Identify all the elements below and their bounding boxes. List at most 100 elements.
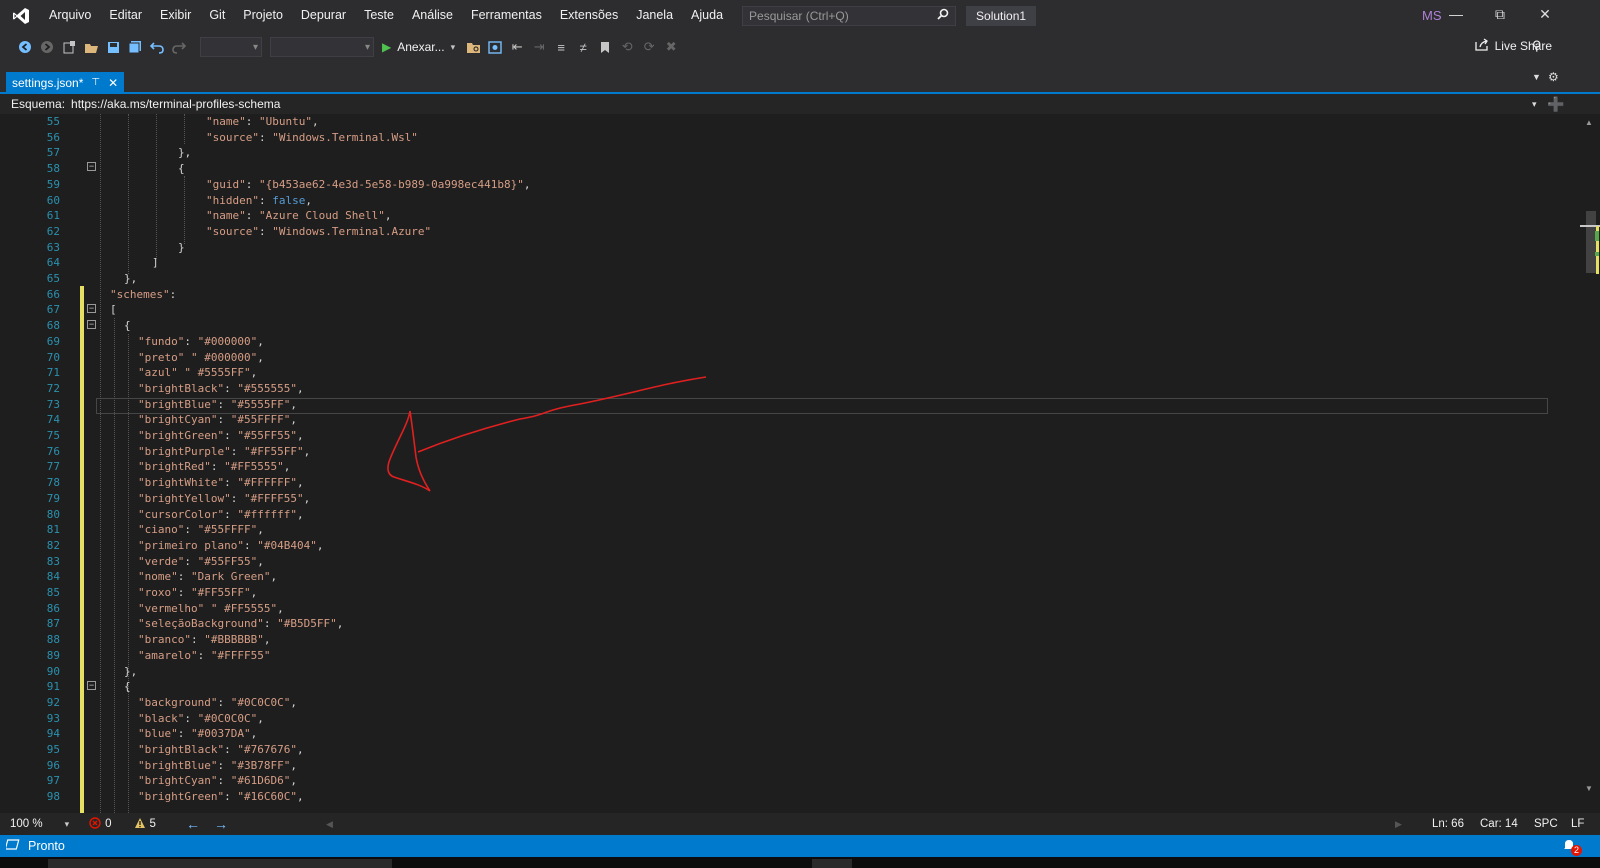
notification-badge: 2 <box>1571 845 1583 856</box>
fold-toggle-icon[interactable]: − <box>87 681 96 690</box>
code-line: { <box>124 680 131 694</box>
tab-settings-json[interactable]: settings.json* ⊤ ✕ <box>6 72 125 93</box>
close-window-icon[interactable]: ✕ <box>1535 6 1555 24</box>
error-icon[interactable] <box>89 816 101 832</box>
line-number: 66 <box>46 287 60 301</box>
schema-dropdown-icon[interactable]: ▾ <box>1532 99 1537 110</box>
forward-icon[interactable] <box>39 37 55 57</box>
visual-studio-logo-icon <box>10 5 32 27</box>
next-bookmark-icon[interactable]: ⟳ <box>641 37 657 57</box>
line-number: 87 <box>46 617 60 631</box>
whitespace-indicator[interactable]: SPC <box>1534 818 1558 830</box>
menu-item-7[interactable]: Análise <box>403 0 462 31</box>
line-number: 82 <box>46 538 60 552</box>
schema-value[interactable]: https://aka.ms/terminal-profiles-schema <box>71 97 280 111</box>
undo-icon[interactable] <box>149 37 165 57</box>
prev-bookmark-icon[interactable]: ⟲ <box>619 37 635 57</box>
line-number: 57 <box>46 146 60 160</box>
fold-toggle-icon[interactable]: − <box>87 162 96 171</box>
fold-toggle-icon[interactable]: − <box>87 304 96 313</box>
find-in-files-icon[interactable] <box>465 37 481 57</box>
menu-item-9[interactable]: Extensões <box>551 0 627 31</box>
line-number: 76 <box>46 444 60 458</box>
menu-item-1[interactable]: Editar <box>100 0 151 31</box>
warning-icon[interactable] <box>134 817 146 832</box>
outdent-icon[interactable]: ⇤ <box>509 37 525 57</box>
scroll-left-icon[interactable]: ◀ <box>326 819 333 830</box>
code-line: "ciano": "#55FFFF", <box>138 523 264 537</box>
tab-list-dropdown-icon[interactable]: ▼ <box>1532 72 1541 82</box>
line-number: 86 <box>46 601 60 615</box>
line-number: 93 <box>46 711 60 725</box>
comment-icon[interactable]: ≡ <box>553 37 569 57</box>
uncomment-icon[interactable]: ≠ <box>575 37 591 57</box>
fold-toggle-icon[interactable]: − <box>87 320 96 329</box>
settings-gear-icon[interactable]: ⚙ <box>1548 70 1559 84</box>
code-line: "source": "Windows.Terminal.Azure" <box>206 224 432 238</box>
close-tab-icon[interactable]: ✕ <box>108 76 118 90</box>
account-avatar[interactable]: MS <box>1422 8 1442 23</box>
taskbar-window[interactable] <box>812 859 852 868</box>
previous-issue-icon[interactable]: ← <box>186 816 200 832</box>
restore-icon[interactable]: ⧉ <box>1490 6 1510 24</box>
pin-icon[interactable]: ⊤ <box>91 77 100 88</box>
solution-name: Solution1 <box>966 5 1037 26</box>
code-line: ] <box>152 256 159 270</box>
zoom-dropdown-icon[interactable]: ▾ <box>65 819 70 830</box>
redo-icon[interactable] <box>171 37 187 57</box>
indent-guide <box>184 176 185 244</box>
document-tab-strip: settings.json* ⊤ ✕ ▼ ⚙ <box>0 63 1600 93</box>
menu-item-2[interactable]: Exibir <box>151 0 200 31</box>
taskbar-strip <box>0 857 1600 868</box>
attach-button[interactable]: ▶ Anexar... ▾ <box>382 40 455 54</box>
attach-label: Anexar... <box>397 40 445 54</box>
share-icon <box>1474 38 1489 54</box>
code-line: "vermelho" " #FF5555", <box>138 601 284 615</box>
screenshot-icon[interactable] <box>487 37 503 57</box>
next-issue-icon[interactable]: → <box>214 816 228 832</box>
bookmark-icon[interactable] <box>597 37 613 57</box>
open-folder-icon[interactable] <box>83 37 99 57</box>
schema-label: Esquema: <box>11 97 66 111</box>
column-indicator[interactable]: Car: 14 <box>1480 818 1518 830</box>
new-project-icon[interactable] <box>61 37 77 57</box>
menu-item-8[interactable]: Ferramentas <box>462 0 551 31</box>
menu-items: Arquivo Editar Exibir Git Projeto Depurar Test… <box>40 0 732 31</box>
platform-dropdown[interactable]: ▾ <box>270 37 374 57</box>
zoom-level[interactable]: 100 % <box>10 818 43 830</box>
menu-item-4[interactable]: Projeto <box>234 0 292 31</box>
menu-item-10[interactable]: Janela <box>627 0 682 31</box>
line-number: 92 <box>46 695 60 709</box>
menu-item-11[interactable]: Ajuda <box>682 0 732 31</box>
feedback-icon[interactable]: ⚲ <box>1532 38 1542 54</box>
menu-bar: Arquivo Editar Exibir Git Projeto Depurar Test… <box>0 0 1600 31</box>
line-ending-indicator[interactable]: LF <box>1571 818 1584 830</box>
scroll-up-icon[interactable]: ▲ <box>1585 118 1593 127</box>
configuration-dropdown[interactable]: ▾ <box>200 37 262 57</box>
menu-item-5[interactable]: Depurar <box>292 0 355 31</box>
code-line: "brightBlue": "#3B78FF", <box>138 758 297 772</box>
search-box[interactable]: Pesquisar (Ctrl+Q) <box>742 5 957 26</box>
save-all-icon[interactable] <box>127 37 143 57</box>
scroll-right-icon[interactable]: ▶ <box>1395 819 1402 830</box>
line-number: 59 <box>46 177 60 191</box>
menu-item-0[interactable]: Arquivo <box>40 0 100 31</box>
scroll-down-icon[interactable]: ▼ <box>1585 784 1593 793</box>
scrollbar-thumb[interactable] <box>1586 211 1596 273</box>
line-number: 77 <box>46 460 60 474</box>
split-icon[interactable]: ➕ <box>1547 96 1564 113</box>
indent-icon[interactable]: ⇥ <box>531 37 547 57</box>
line-indicator[interactable]: Ln: 66 <box>1432 818 1464 830</box>
back-icon[interactable] <box>17 37 33 57</box>
clear-bookmarks-icon[interactable]: ✖ <box>663 37 679 57</box>
taskbar-window[interactable] <box>48 859 392 868</box>
vertical-scrollbar[interactable]: ▲ ▼ <box>1580 114 1600 813</box>
indent-guide <box>184 114 185 144</box>
indent-guide <box>100 114 101 813</box>
minimize-icon[interactable]: — <box>1446 6 1466 24</box>
menu-item-3[interactable]: Git <box>200 0 234 31</box>
save-icon[interactable] <box>105 37 121 57</box>
menu-item-6[interactable]: Teste <box>355 0 403 31</box>
code-editor[interactable]: 55 56 57 58 59 60 61 62 63 64 65 66 67 68 69 70 71 72 73 74… <box>0 114 1580 813</box>
code-line: "brightCyan": "#61D6D6", <box>138 774 297 788</box>
